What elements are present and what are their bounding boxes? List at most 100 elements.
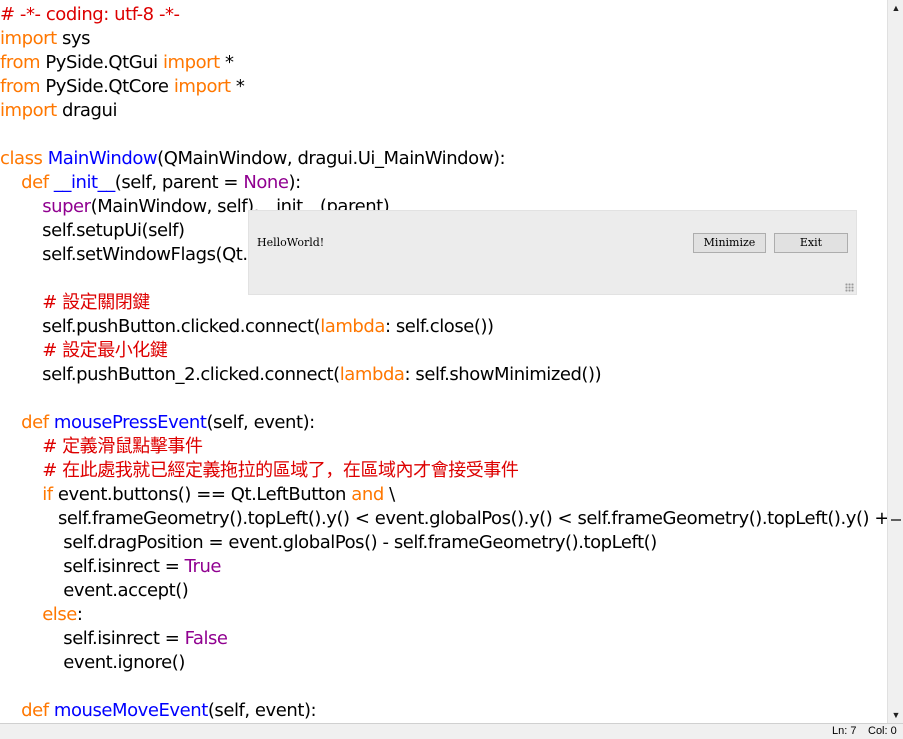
code-token: import [0, 28, 57, 49]
code-editor[interactable]: # -*- coding: utf-8 -*- import sys from Py… [0, 0, 887, 723]
code-token: dragui [56, 100, 117, 121]
scroll-down-arrow-icon[interactable]: ▼ [888, 707, 903, 723]
code-line[interactable]: self.frameGeometry().topLeft().y() < eve… [0, 507, 887, 531]
code-line[interactable]: # 定義滑鼠點擊事件 [0, 435, 203, 459]
code-line[interactable]: else: [0, 603, 83, 627]
code-token: lambda [320, 316, 385, 337]
code-token: import [0, 100, 57, 121]
code-token: mousePressEvent [53, 412, 207, 433]
code-token: mouseMoveEvent [53, 700, 208, 721]
code-token: super [42, 196, 91, 217]
code-line[interactable]: self.setupUi(self) [0, 219, 185, 243]
code-token: sys [56, 28, 91, 49]
code-token: \ [383, 484, 395, 505]
code-line[interactable]: self.dragPosition = event.globalPos() - … [0, 531, 657, 555]
size-grip-icon[interactable] [845, 283, 854, 292]
code-token: and [351, 484, 384, 505]
code-token: __init__ [53, 172, 115, 193]
code-line[interactable]: class MainWindow(QMainWindow, dragui.Ui_… [0, 147, 506, 171]
cursor-line-indicator: Ln: 7 [832, 725, 857, 737]
code-line[interactable]: from PySide.QtGui import * [0, 51, 234, 75]
code-token: # 設定關閉鍵 [42, 292, 150, 313]
code-token: def [21, 412, 49, 433]
code-token: import [173, 76, 231, 97]
code-line[interactable]: self.pushButton_2.clicked.connect(lambda… [0, 363, 601, 387]
minimize-button[interactable]: Minimize [693, 233, 766, 253]
code-token: self.frameGeometry().topLeft().y() < eve… [0, 508, 887, 529]
code-token: (self, parent = [114, 172, 244, 193]
code-token: : self.close()) [384, 316, 494, 337]
code-token: (self, event): [207, 700, 317, 721]
hello-world-label: HelloWorld! [257, 236, 325, 249]
code-token: * [230, 76, 245, 97]
code-line[interactable]: # 在此處我就已經定義拖拉的區域了，在區域內才會接受事件 [0, 459, 519, 483]
code-token: # 設定最小化鍵 [42, 340, 168, 361]
code-token: self.pushButton_2.clicked.connect( [0, 364, 340, 385]
code-token: # 定義滑鼠點擊事件 [42, 436, 203, 457]
code-line[interactable]: def mousePressEvent(self, event): [0, 411, 315, 435]
code-token: from [0, 52, 41, 73]
code-token: True [184, 556, 222, 577]
code-token: lambda [339, 364, 405, 385]
cursor-column-indicator: Col: 0 [868, 725, 897, 737]
code-token: : [76, 604, 83, 625]
code-token: self.isinrect = [0, 628, 185, 649]
code-token: event.buttons() == Qt.LeftButton [52, 484, 352, 505]
code-token: PySide.QtGui [40, 52, 163, 73]
code-token: self.dragPosition = event.globalPos() - … [0, 532, 657, 553]
code-token: (self, event): [206, 412, 315, 433]
hello-world-window[interactable]: HelloWorld! Minimize Exit [248, 210, 857, 295]
code-token: import [162, 52, 220, 73]
code-token: ): [288, 172, 302, 193]
code-token: class [0, 148, 43, 169]
code-token: else [42, 604, 77, 625]
code-token: def [21, 172, 49, 193]
scroll-up-arrow-icon[interactable]: ▲ [888, 0, 903, 16]
code-token: self.setupUi(self) [0, 220, 185, 241]
code-line[interactable]: self.pushButton.clicked.connect(lambda: … [0, 315, 494, 339]
code-token: self.isinrect = [0, 556, 185, 577]
code-token: False [184, 628, 228, 649]
code-token: None [243, 172, 289, 193]
code-line[interactable]: # -*- coding: utf-8 -*- [0, 3, 180, 27]
code-line[interactable]: if event.buttons() == Qt.LeftButton and … [0, 483, 395, 507]
code-token: self.pushButton.clicked.connect( [0, 316, 321, 337]
code-line[interactable]: # 設定關閉鍵 [0, 291, 150, 315]
vertical-scrollbar[interactable]: ▲ ▼ [887, 0, 903, 723]
code-token: * [219, 52, 234, 73]
code-line[interactable]: self.isinrect = True [0, 555, 221, 579]
code-token: PySide.QtCore [40, 76, 174, 97]
code-line[interactable]: def __init__(self, parent = None): [0, 171, 301, 195]
exit-button[interactable]: Exit [774, 233, 848, 253]
code-line[interactable]: event.ignore() [0, 651, 185, 675]
code-token: : self.showMinimized()) [404, 364, 602, 385]
code-line[interactable]: from PySide.QtCore import * [0, 75, 245, 99]
scrollbar-thumb[interactable] [891, 519, 901, 521]
code-token: if [42, 484, 53, 505]
code-token: MainWindow [47, 148, 158, 169]
status-bar: Ln: 7 Col: 0 [0, 723, 903, 739]
code-token: event.accept() [0, 580, 189, 601]
code-line[interactable]: def mouseMoveEvent(self, event): [0, 699, 316, 723]
code-token: def [21, 700, 49, 721]
code-token: # -*- coding: utf-8 -*- [0, 4, 180, 25]
code-token: from [0, 76, 41, 97]
code-line[interactable]: self.isinrect = False [0, 627, 228, 651]
code-token: (QMainWindow, dragui.Ui_MainWindow): [157, 148, 506, 169]
code-line[interactable]: import sys [0, 27, 91, 51]
code-line[interactable]: import dragui [0, 99, 117, 123]
code-line[interactable]: event.accept() [0, 579, 189, 603]
code-token: # 在此處我就已經定義拖拉的區域了，在區域內才會接受事件 [42, 460, 519, 481]
code-token: event.ignore() [0, 652, 185, 673]
code-line[interactable]: # 設定最小化鍵 [0, 339, 168, 363]
